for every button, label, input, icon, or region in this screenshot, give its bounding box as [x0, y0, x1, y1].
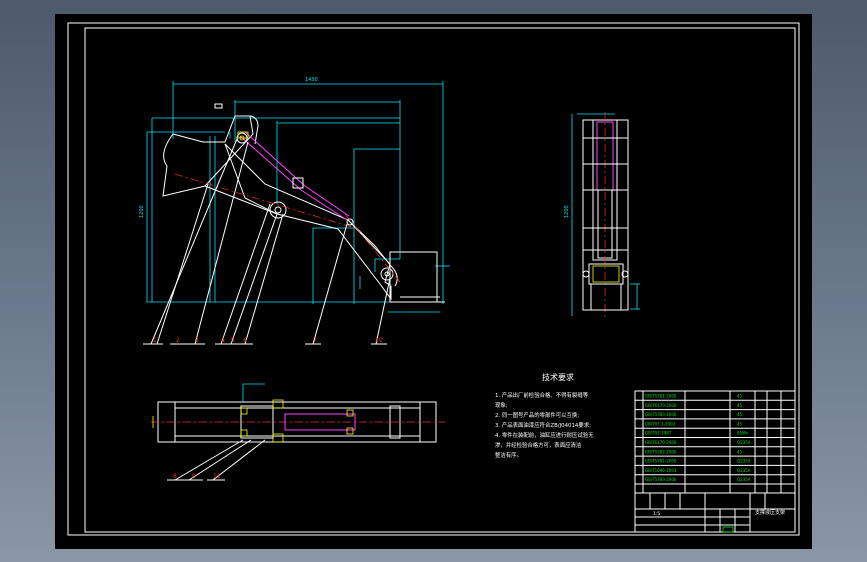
parts-row-material: 45: [737, 449, 743, 454]
balloon-7: 7: [313, 337, 317, 344]
parts-row-code: GB/T5782-2000: [645, 449, 677, 454]
title-block: 支撑液压支架 1:5: [634, 492, 796, 533]
balloon-2: 2: [176, 337, 180, 344]
notes-line-1: 1. 产品出厂前检验合格、不得有裂缝等: [495, 391, 589, 399]
parts-row-code: GB/T97.1-2002: [645, 421, 676, 426]
balloon-6: 6: [243, 337, 247, 344]
balloon-9: 9: [192, 473, 196, 480]
parts-row-material: Q235A: [737, 459, 751, 464]
parts-row-material: 45: [737, 394, 743, 399]
main-balloons: 1 2 3 4 5 6 7 10: [153, 337, 383, 344]
notes-line-3: 2. 同一图号产品的零部件可以互换;: [495, 411, 579, 419]
parts-row-material: 45: [737, 412, 743, 417]
base-plate: [389, 251, 445, 303]
parts-row-material: 45: [737, 403, 743, 408]
notes-line-5: 4. 零件在装配前，油缸应进行耐压试验无: [495, 431, 594, 439]
parts-row-code: GB/T5781-2000: [645, 459, 677, 464]
parts-row-code: GB/T6170-2000: [645, 440, 677, 445]
main-elevation-view: 1430 1200 1 2 3 4 5 6 7 10: [139, 77, 450, 345]
cad-drawing-viewport[interactable]: 1430 1200 1 2 3 4 5 6 7 10 1200 8 9 11 技…: [55, 14, 812, 549]
notes-line-7: 整洁有序。: [495, 451, 522, 459]
balloon-1: 1: [153, 337, 157, 344]
balloon-8: 8: [173, 473, 177, 480]
technical-notes: 技术要求 1. 产品出厂前检验合格、不得有裂缝等 现象; 2. 同一图号产品的零…: [495, 372, 594, 459]
parts-row-code: GB/T6170-2000: [645, 403, 677, 408]
notes-title: 技术要求: [542, 372, 574, 382]
parts-row-material: Q235A: [737, 440, 751, 445]
notes-line-6: 渗，并经检验合格方可，表面应清洁: [495, 441, 582, 449]
parts-row-code: GB/T93-1987: [645, 431, 672, 436]
notes-line-2: 现象;: [495, 401, 508, 409]
parts-row-code: GB/T5783-2000: [645, 477, 677, 482]
dimension-lines: 1430 1200: [139, 77, 450, 313]
parts-row-material: 45: [737, 421, 743, 426]
plan-view: 8 9 11: [151, 383, 445, 481]
parts-row-code: GB/T5781-2000: [645, 394, 677, 399]
parts-row-material: Q235A: [737, 477, 751, 482]
svg-text:1430: 1430: [305, 77, 318, 83]
balloon-4: 4: [221, 337, 225, 344]
parts-list-table: GB/T5781-2000 45 GB/T6170-2000 45 GB/T5783-2…: [634, 390, 796, 494]
parts-row-code: GB/T1096-2003: [645, 468, 677, 473]
notes-line-4: 3. 产品表面油漆应符合ZB/J04014要求;: [495, 421, 591, 429]
balloon-5: 5: [231, 337, 235, 344]
side-view: 1200: [564, 112, 640, 319]
parts-row-material: 65Mn: [737, 431, 749, 436]
main-leader-lines: [143, 138, 391, 345]
scale-cell: 1:5: [653, 511, 660, 517]
main-support-arm: [224, 143, 392, 301]
assembly-drawing: 1430 1200 1 2 3 4 5 6 7 10 1200 8 9 11 技…: [67, 22, 800, 536]
parts-row-code: GB/T5783-2000: [645, 412, 677, 417]
balloon-3: 3: [195, 337, 199, 344]
balloon-11: 11: [213, 473, 221, 480]
parts-rows: GB/T5781-2000 45 GB/T6170-2000 45 GB/T5783-2…: [635, 394, 795, 485]
svg-text:1200: 1200: [139, 205, 145, 218]
drawing-name: 支撑液压支架: [755, 509, 785, 516]
balloon-10: 10: [375, 337, 383, 344]
svg-text:1200: 1200: [564, 205, 570, 218]
parts-row-material: Q235A: [737, 468, 751, 473]
